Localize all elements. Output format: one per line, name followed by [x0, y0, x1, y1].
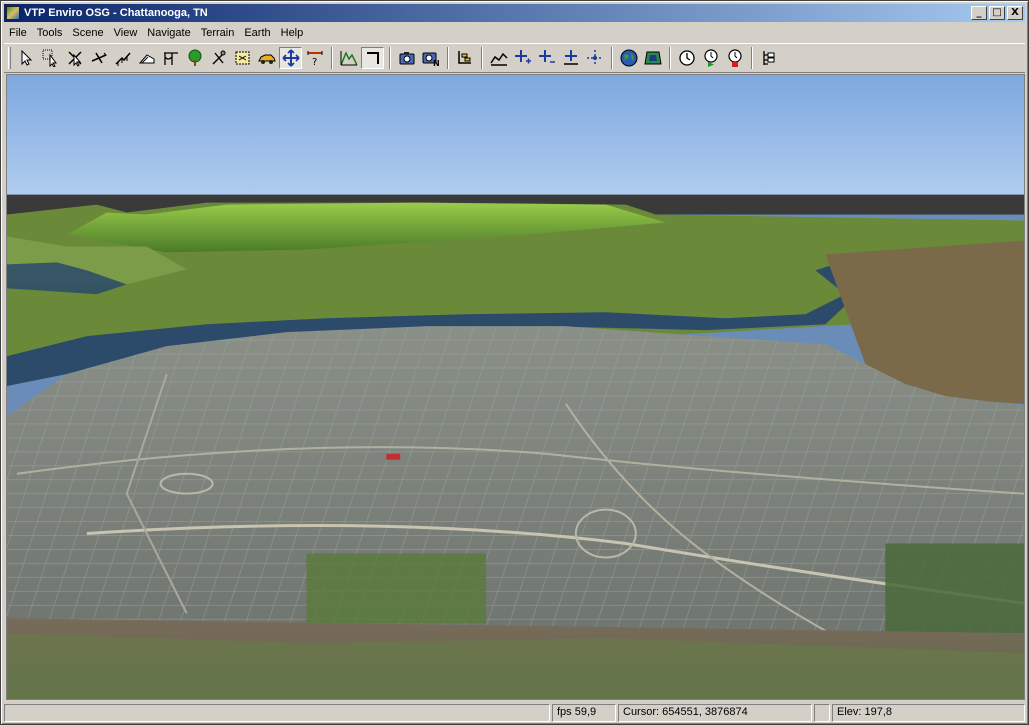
terrain-profile-icon: [339, 51, 358, 66]
tree-hierarchy-icon: [762, 51, 774, 65]
menu-tools[interactable]: Tools: [32, 27, 68, 39]
snapshot-numbered-tool[interactable]: N: [419, 47, 442, 69]
plant-tree-tool[interactable]: [183, 47, 206, 69]
main-toolbar: ? N: [4, 43, 1025, 73]
menu-bar: File Tools Scene View Navigate Terrain E…: [4, 23, 1025, 42]
menu-terrain[interactable]: Terrain: [196, 27, 240, 39]
select-box-tool[interactable]: [39, 47, 62, 69]
menu-earth[interactable]: Earth: [239, 27, 275, 39]
toolbar-separator: [481, 47, 483, 69]
corner-tool[interactable]: [361, 47, 384, 69]
time-play-tool[interactable]: [699, 47, 722, 69]
camera-icon: [399, 52, 414, 65]
select-move-tool[interactable]: [63, 47, 86, 69]
tree-icon: [188, 49, 201, 66]
corner-icon: [366, 52, 379, 64]
layers-icon: [457, 51, 471, 64]
window-controls: _ □ X: [969, 6, 1023, 20]
globe-tool[interactable]: [617, 47, 640, 69]
menu-help[interactable]: Help: [276, 27, 309, 39]
select-box-icon: [42, 49, 57, 67]
camera-numbered-icon: N: [422, 52, 440, 67]
window-title: VTP Enviro OSG - Chattanooga, TN: [24, 7, 208, 19]
toolbar-separator: [669, 47, 671, 69]
close-button[interactable]: X: [1007, 6, 1023, 20]
clock-stop-icon: [727, 49, 742, 67]
measure-tool[interactable]: ?: [303, 47, 326, 69]
draw-fence-tool[interactable]: [111, 47, 134, 69]
nav-pano-tool[interactable]: [583, 47, 606, 69]
terrain-scene: [7, 75, 1024, 699]
menu-file[interactable]: File: [4, 27, 32, 39]
nav-minus-icon: [538, 50, 555, 63]
maximize-button[interactable]: □: [989, 6, 1005, 20]
menu-view[interactable]: View: [109, 27, 143, 39]
toolbar-separator: [447, 47, 449, 69]
add-structure-tool[interactable]: [135, 47, 158, 69]
toolbar-separator: [389, 47, 391, 69]
powerline-icon: [163, 52, 178, 65]
navigate-move-tool[interactable]: [279, 47, 302, 69]
move-tool[interactable]: [87, 47, 110, 69]
toolbar-separator: [751, 47, 753, 69]
toolbar-grip[interactable]: [8, 47, 11, 69]
minimize-button[interactable]: _: [971, 6, 987, 20]
vehicle-tool[interactable]: [255, 47, 278, 69]
scene-graph-tool[interactable]: [757, 47, 780, 69]
toolbar-separator: [331, 47, 333, 69]
select-area-icon: [235, 51, 249, 65]
instance-icon: [212, 50, 225, 65]
status-message: [4, 703, 550, 722]
profile-tool[interactable]: [487, 47, 510, 69]
add-instance-tool[interactable]: [207, 47, 230, 69]
terrain-wireframe-tool[interactable]: [337, 47, 360, 69]
status-blank: [814, 703, 830, 722]
move-arrows-icon: [91, 52, 107, 64]
svg-text:N: N: [433, 59, 440, 67]
map-icon: [643, 51, 662, 65]
elevation-readout: Elev: 197,8: [832, 703, 1025, 722]
add-route-tool[interactable]: [159, 47, 182, 69]
arrow-cursor-icon: [21, 49, 32, 66]
car-icon: [257, 54, 276, 64]
select-move-icon: [67, 51, 82, 67]
cursor-readout: Cursor: 654551, 3876874: [618, 703, 812, 722]
fence-icon: [114, 52, 131, 66]
clock-icon: [678, 50, 695, 66]
snapshot-tool[interactable]: [395, 47, 418, 69]
nav-velocity-tool[interactable]: [535, 47, 558, 69]
select-tool[interactable]: [15, 47, 38, 69]
app-icon[interactable]: [6, 6, 20, 20]
toolbar-separator: [611, 47, 613, 69]
measure-icon: ?: [307, 51, 322, 67]
nav-pivot-icon: [563, 50, 578, 65]
menu-navigate[interactable]: Navigate: [142, 27, 195, 39]
svg-text:?: ?: [312, 57, 317, 67]
select-area-tool[interactable]: [231, 47, 254, 69]
status-bar: fps 59,9 Cursor: 654551, 3876874 Elev: 1…: [4, 702, 1025, 723]
clock-play-icon: [703, 49, 718, 67]
globe-icon: [620, 49, 637, 67]
four-way-arrow-icon: [281, 49, 300, 67]
nav-pano-icon: [586, 50, 603, 66]
nav-plus-icon: [514, 50, 531, 64]
menu-scene[interactable]: Scene: [67, 27, 108, 39]
3d-viewport[interactable]: [6, 74, 1025, 700]
nav-normal-tool[interactable]: [511, 47, 534, 69]
layers-tool[interactable]: [453, 47, 476, 69]
time-stop-tool[interactable]: [723, 47, 746, 69]
profile-graph-icon: [489, 52, 508, 66]
app-window: VTP Enviro OSG - Chattanooga, TN _ □ X F…: [0, 0, 1029, 725]
title-bar[interactable]: VTP Enviro OSG - Chattanooga, TN _ □ X: [4, 4, 1025, 22]
nav-grab-pivot-tool[interactable]: [559, 47, 582, 69]
fps-readout: fps 59,9: [552, 703, 616, 722]
building-icon: [138, 54, 154, 64]
time-tool[interactable]: [675, 47, 698, 69]
map-overview-tool[interactable]: [641, 47, 664, 69]
